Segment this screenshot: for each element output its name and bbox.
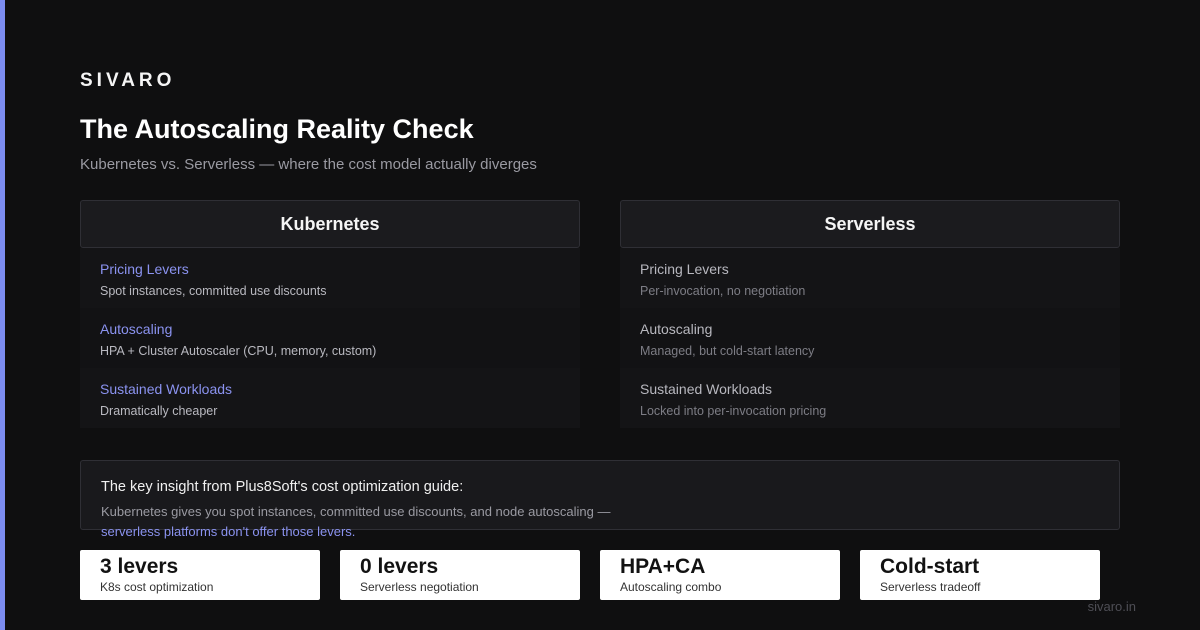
row-label: Sustained Workloads: [100, 381, 233, 397]
kubernetes-rows: Pricing Levers Spot instances, committed…: [80, 248, 580, 428]
kubernetes-column: Kubernetes Pricing Levers Spot instances…: [80, 200, 580, 428]
stat-value: 3 levers: [100, 555, 179, 578]
row-label: Autoscaling: [100, 321, 173, 337]
footer-url: sivaro.in: [1087, 599, 1136, 614]
brand-logo: SIVARO: [80, 70, 176, 91]
serverless-rows: Pricing Levers Per-invocation, no negoti…: [620, 248, 1120, 428]
insight-callout: The key insight from Plus8Soft's cost op…: [80, 460, 1120, 539]
stat-card: 3 levers K8s cost optimization: [80, 550, 320, 600]
serverless-header: Serverless: [620, 200, 1120, 248]
serverless-column: Serverless Pricing Levers Per-invocation…: [620, 200, 1120, 428]
row-value: Dramatically cheaper: [100, 404, 218, 418]
stat-label: Serverless tradeoff: [880, 580, 981, 594]
stat-value: HPA+CA: [620, 555, 706, 578]
stat-label: K8s cost optimization: [100, 580, 214, 594]
insight-highlight: serverless platforms don't offer those l…: [101, 524, 356, 539]
stat-value: Cold-start: [880, 555, 980, 578]
kubernetes-row-pricing: Pricing Levers Spot instances, committed…: [80, 248, 580, 308]
serverless-row-sustained: Sustained Workloads Locked into per-invo…: [620, 368, 1120, 428]
page-subtitle: Kubernetes vs. Serverless — where the co…: [80, 156, 537, 173]
serverless-row-autoscaling: Autoscaling Managed, but cold-start late…: [620, 308, 1120, 368]
kubernetes-row-autoscaling: Autoscaling HPA + Cluster Autoscaler (CP…: [80, 308, 580, 368]
stat-value: 0 levers: [360, 555, 439, 578]
insight-text: Kubernetes gives you spot instances, com…: [101, 504, 611, 519]
kubernetes-row-sustained: Sustained Workloads Dramatically cheaper: [80, 368, 580, 428]
row-value: Spot instances, committed use discounts: [100, 284, 327, 298]
row-value: Locked into per-invocation pricing: [640, 404, 827, 418]
stat-card: 0 levers Serverless negotiation: [340, 550, 580, 600]
kubernetes-header: Kubernetes: [80, 200, 580, 248]
row-label: Autoscaling: [640, 321, 713, 337]
serverless-row-pricing: Pricing Levers Per-invocation, no negoti…: [620, 248, 1120, 308]
stat-label: Autoscaling combo: [620, 580, 722, 594]
stat-label: Serverless negotiation: [360, 580, 479, 594]
stat-card: HPA+CA Autoscaling combo: [600, 550, 840, 600]
stat-card: Cold-start Serverless tradeoff: [860, 550, 1100, 600]
row-value: HPA + Cluster Autoscaler (CPU, memory, c…: [100, 344, 377, 358]
stats-row: 3 levers K8s cost optimization 0 levers …: [80, 550, 1120, 600]
row-label: Pricing Levers: [640, 261, 729, 277]
insight-body: Kubernetes gives you spot instances, com…: [101, 502, 701, 542]
row-value: Per-invocation, no negotiation: [640, 284, 806, 298]
page-title: The Autoscaling Reality Check: [80, 114, 474, 144]
insight-heading: The key insight from Plus8Soft's cost op…: [101, 479, 464, 495]
row-label: Sustained Workloads: [640, 381, 773, 397]
row-label: Pricing Levers: [100, 261, 189, 277]
accent-bar: [0, 0, 5, 630]
row-value: Managed, but cold-start latency: [640, 344, 815, 358]
